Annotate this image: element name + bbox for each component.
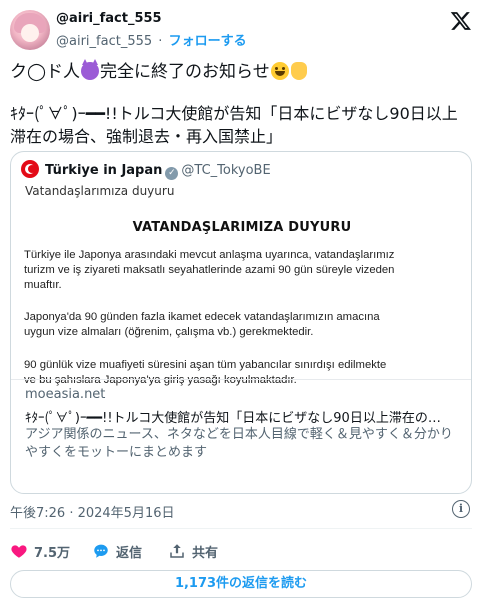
heart-icon [11,545,27,558]
avatar-face [21,24,39,42]
link-card-domain[interactable]: moeasia.net [25,387,105,402]
author-handle-row: @airi_fact_555 · フォローする [56,30,247,49]
like-button[interactable]: 7.5万 [10,540,70,562]
info-icon[interactable]: i [452,500,470,518]
tweet-text-body: ｷﾀｰ(ﾟ∀ﾟ)ｰ━━!!トルコ大使館が告知「日本にビザなし90日以上滞在の場合… [10,104,458,146]
announcement-title: VATANDAŞLARIMIZA DUYURU [132,220,352,235]
author-handle[interactable]: @airi_fact_555 [56,34,152,49]
tweet-timestamp[interactable]: 午後7:26 · 2024年5月16日 [10,502,175,521]
link-card-divider [11,379,471,380]
quoted-tweet-card[interactable]: Türkiye in Japan ✓ @TC_TokyoBE Vatandaşlar… [10,151,472,494]
like-count: 7.5万 [34,545,71,561]
share-upload-icon [170,544,184,558]
quoted-tweet-header: Türkiye in Japan ✓ @TC_TokyoBE [21,160,271,180]
tweet-text-part1: ク◯ド人 [10,62,81,82]
tweet-header: @airi_fact_555 @airi_fact_555 · フォローする [10,8,472,52]
tweet-text-part2: 完全に終了のお知らせ [100,62,270,82]
divider-top [10,528,472,529]
share-label: 共有 [192,545,219,561]
quoted-author-name[interactable]: Türkiye in Japan [45,163,162,178]
tweet-text-line1: ク◯ド人 完全に終了のお知らせ [10,59,308,84]
reply-bubble-icon [94,544,108,558]
smile-emoji-icon [270,62,289,80]
devil-emoji-icon [81,59,100,80]
announcement-paragraph-1: Türkiye ile Japonya arasındaki mevcut an… [24,249,395,291]
handle-separator: · [158,34,163,49]
quoted-author-handle[interactable]: @TC_TokyoBE [181,163,270,178]
quoted-tweet-text: Vatandaşlarımıza duyuru [25,184,175,198]
follow-button[interactable]: フォローする [169,34,247,49]
turkey-flag-avatar-icon [21,160,39,178]
raised-hand-emoji-icon [290,62,307,80]
announcement-image[interactable]: VATANDAŞLARIMIZA DUYURU Türkiye ile Japo… [12,202,471,412]
share-button[interactable]: 共有 [168,540,218,562]
announcement-paragraph-3: 90 günlük vize muafiyeti süresini aşan t… [24,359,387,386]
reply-button[interactable]: 返信 [92,540,142,562]
announcement-paragraph-2: Japonya'da 90 günden fazla ikamet edecek… [24,311,380,338]
x-logo-icon[interactable] [450,10,472,32]
reply-label: 返信 [116,545,143,561]
read-replies-button[interactable]: 1,173件の返信を読む [10,570,472,598]
link-card-title[interactable]: ｷﾀｰ(ﾟ∀ﾟ)ｰ━━!!トルコ大使館が告知「日本にビザなし90日以上滞在の… [25,407,441,426]
author-avatar[interactable] [10,10,50,50]
verified-badge-icon: ✓ [165,167,179,180]
link-card-description: アジア関係のニュース、ネタなどを日本人目線で軽く＆見やすく＆分かりやすくをモット… [25,427,453,460]
author-display-name[interactable]: @airi_fact_555 [56,11,162,26]
